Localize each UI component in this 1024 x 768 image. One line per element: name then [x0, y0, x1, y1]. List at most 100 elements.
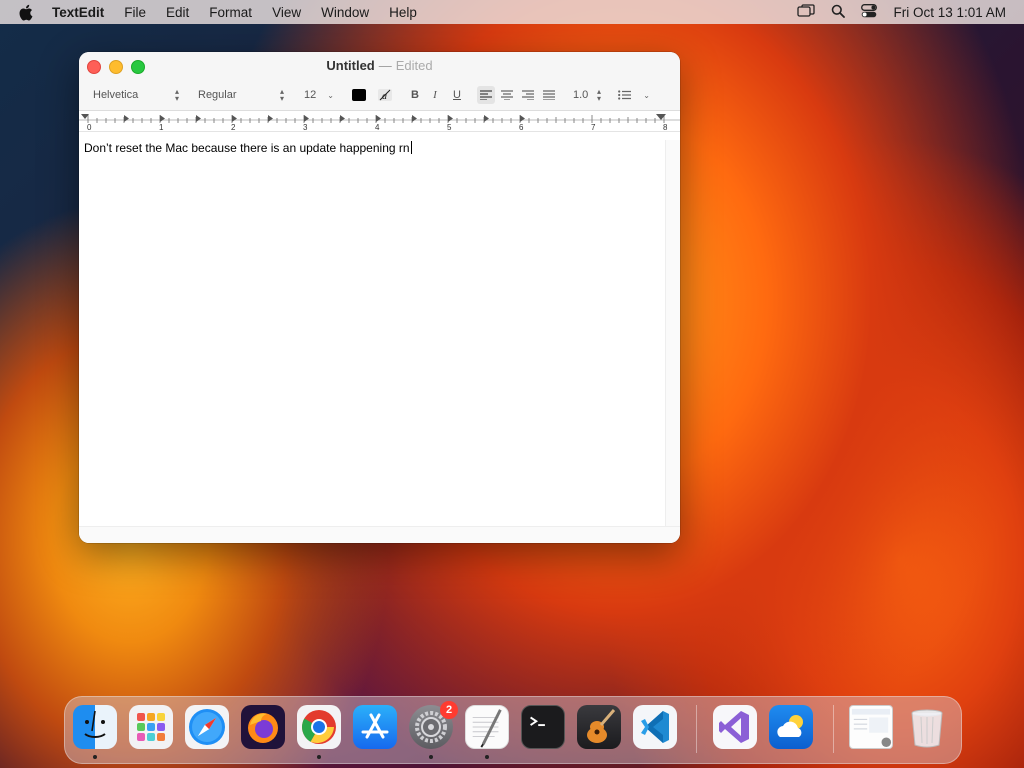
ruler-label: 6	[519, 123, 524, 131]
font-family-value: Helvetica	[93, 89, 139, 101]
stepper-chevron-icon: ▴ ▾	[279, 87, 284, 103]
vertical-scrollbar[interactable]	[665, 140, 680, 527]
bullet-list-icon	[618, 90, 631, 100]
tab-stop-marker[interactable]	[448, 115, 453, 122]
ruler-label: 2	[231, 123, 236, 131]
tab-stop-marker[interactable]	[376, 115, 381, 122]
format-toolbar: Helvetica ▴ ▾ Regular ▴ ▾ 12 ⌄ a B I U 1…	[79, 80, 680, 110]
dock-vscode-icon[interactable]	[633, 705, 677, 749]
menu-window[interactable]: Window	[321, 5, 369, 20]
align-right-icon	[522, 90, 534, 100]
ruler-label: 8	[663, 123, 668, 131]
tab-stop-marker[interactable]	[412, 115, 417, 122]
bold-button[interactable]: B	[406, 86, 424, 104]
align-center-icon	[501, 90, 513, 100]
align-right-button[interactable]	[519, 86, 537, 104]
justify-icon	[543, 90, 555, 100]
running-indicator	[93, 755, 97, 759]
dock-visual-studio-icon[interactable]	[713, 705, 757, 749]
document-text-content: Don’t reset the Mac because there is an …	[84, 141, 410, 155]
stepper-chevron-icon: ▴ ▾	[174, 87, 179, 103]
dock-weather-icon[interactable]	[769, 705, 813, 749]
dock-separator	[696, 705, 697, 753]
dock-trash-icon[interactable]	[905, 705, 949, 749]
menu-app-name[interactable]: TextEdit	[52, 5, 104, 20]
menu-view[interactable]: View	[272, 5, 301, 20]
tab-stop-marker[interactable]	[196, 115, 201, 122]
dock-firefox-icon[interactable]	[241, 705, 285, 749]
edited-label: Edited	[395, 58, 433, 73]
running-indicator	[317, 755, 321, 759]
tab-stop-marker[interactable]	[304, 115, 309, 122]
window-titlebar[interactable]: Untitled — Edited	[79, 52, 680, 80]
font-size-value: 12	[304, 89, 317, 101]
dock-safari-icon[interactable]	[185, 705, 229, 749]
dock-separator	[833, 705, 834, 753]
ruler-label: 4	[375, 123, 380, 131]
running-indicator	[485, 755, 489, 759]
dock-launchpad-icon[interactable]	[129, 705, 173, 749]
align-center-button[interactable]	[498, 86, 516, 104]
stepper-chevron-icon: ▴ ▾	[596, 87, 601, 103]
textedit-window: Untitled — Edited Helvetica ▴ ▾ Regular ▴ ▾ …	[79, 52, 680, 543]
ruler-label: 7	[591, 123, 596, 131]
tab-stop-marker[interactable]	[484, 115, 489, 122]
chevron-down-icon: ⌄	[643, 90, 650, 100]
dock-finder-icon[interactable]	[73, 705, 117, 749]
text-color-well[interactable]	[352, 86, 366, 104]
menu-format[interactable]: Format	[209, 5, 252, 20]
line-spacing-select[interactable]: 1.0 ▴ ▾	[567, 86, 605, 104]
highlight-icon: a	[378, 89, 392, 102]
font-style-value: Regular	[198, 89, 237, 101]
tab-stop-marker[interactable]	[232, 115, 237, 122]
line-spacing-value: 1.0	[573, 89, 589, 101]
ruler-label: 0	[87, 123, 92, 131]
dock-textedit-icon[interactable]	[465, 705, 509, 749]
document-area[interactable]: Don’t reset the Mac because there is an …	[79, 140, 666, 527]
text-color-swatch	[352, 89, 366, 101]
tab-stop-marker[interactable]	[268, 115, 273, 122]
font-style-select[interactable]: Regular ▴ ▾	[192, 86, 288, 104]
tab-stop-marker[interactable]	[160, 115, 165, 122]
horizontal-scrollbar[interactable]	[79, 526, 680, 543]
menu-clock[interactable]: Fri Oct 13 1:01 AM	[893, 5, 1006, 20]
dock-chrome-icon[interactable]	[297, 705, 341, 749]
document-text[interactable]: Don’t reset the Mac because there is an …	[84, 141, 412, 155]
window-title: Untitled — Edited	[79, 58, 680, 73]
font-size-select[interactable]: 12 ⌄	[298, 86, 338, 104]
running-indicator	[429, 755, 433, 759]
text-caret	[410, 141, 412, 154]
document-title: Untitled	[326, 58, 375, 73]
menu-help[interactable]: Help	[389, 5, 417, 20]
italic-button[interactable]: I	[426, 86, 444, 104]
ruler[interactable]: 0 1 2 3 4 5 6 7 8	[79, 110, 680, 132]
svg-text:a: a	[382, 91, 387, 102]
menu-edit[interactable]: Edit	[166, 5, 189, 20]
tab-stop-marker[interactable]	[340, 115, 345, 122]
ruler-label: 5	[447, 123, 452, 131]
spotlight-search-icon[interactable]	[831, 4, 846, 21]
notification-badge: 2	[440, 701, 458, 719]
align-left-button[interactable]	[477, 86, 495, 104]
list-style-select[interactable]: ⌄	[618, 86, 650, 104]
apple-icon[interactable]	[18, 4, 38, 21]
tab-stop-marker[interactable]	[124, 115, 129, 122]
font-family-select[interactable]: Helvetica ▴ ▾	[87, 86, 183, 104]
tab-stop-marker[interactable]	[520, 115, 525, 122]
chevron-down-icon: ⌄	[327, 90, 334, 100]
ruler-label: 3	[303, 123, 308, 131]
dock-app-store-icon[interactable]	[353, 705, 397, 749]
highlight-color-button[interactable]: a	[376, 86, 394, 104]
dock-downloads-stack-icon[interactable]	[849, 705, 893, 749]
menu-bar: TextEdit File Edit Format View Window He…	[0, 0, 1024, 24]
title-separator: —	[378, 58, 392, 73]
screen-mirroring-icon[interactable]	[797, 3, 816, 21]
justify-button[interactable]	[540, 86, 558, 104]
dock	[64, 696, 962, 764]
menu-file[interactable]: File	[124, 5, 146, 20]
align-left-icon	[480, 90, 492, 100]
underline-button[interactable]: U	[448, 86, 466, 104]
control-center-icon[interactable]	[861, 3, 878, 21]
dock-garageband-icon[interactable]	[577, 705, 621, 749]
dock-terminal-icon[interactable]	[521, 705, 565, 749]
